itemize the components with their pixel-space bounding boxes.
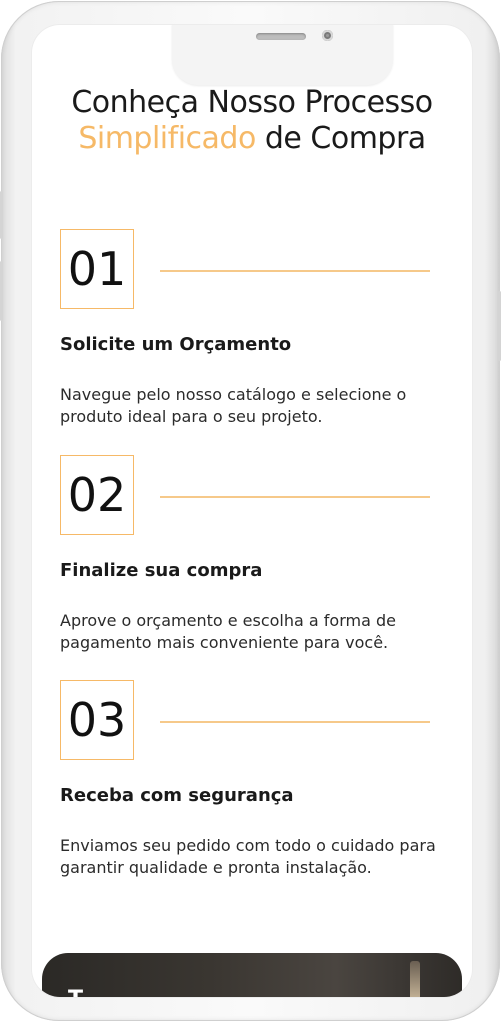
step-number: 02 (60, 455, 134, 535)
step-description: Navegue pelo nosso catálogo e selecione … (60, 385, 407, 426)
step-number: 03 (60, 680, 134, 760)
phone-screen: Conheça Nosso Processo Simplificado de C… (32, 25, 472, 997)
next-section-heading: T (68, 987, 83, 997)
step-title: Finalize sua compra (60, 560, 263, 581)
step-title: Receba com segurança (60, 785, 294, 806)
phone-power-button (498, 291, 501, 361)
phone-volume-button (0, 261, 3, 321)
phone-frame: Conheça Nosso Processo Simplificado de C… (0, 1, 501, 1021)
step-divider (160, 496, 430, 498)
step-divider (160, 721, 430, 723)
step-divider (160, 270, 430, 272)
step-description: Aprove o orçamento e escolha a forma de … (60, 611, 396, 652)
title-rest: de Compra (264, 121, 426, 156)
title-line-2: Simplificado de Compra (32, 121, 472, 157)
front-camera (322, 30, 333, 41)
speaker-grille (256, 33, 306, 40)
step-number: 01 (60, 229, 134, 309)
phone-notch (172, 25, 393, 85)
phone-side-button (0, 191, 3, 239)
step-description: Enviamos seu pedido com todo o cuidado p… (60, 836, 436, 877)
step-title: Solicite um Orçamento (60, 334, 292, 355)
section-title: Conheça Nosso Processo Simplificado de C… (32, 85, 472, 157)
next-section-image: T (42, 953, 462, 997)
title-line-1: Conheça Nosso Processo (71, 85, 433, 120)
lamp-decoration (410, 961, 420, 997)
title-accent: Simplificado (78, 121, 256, 156)
